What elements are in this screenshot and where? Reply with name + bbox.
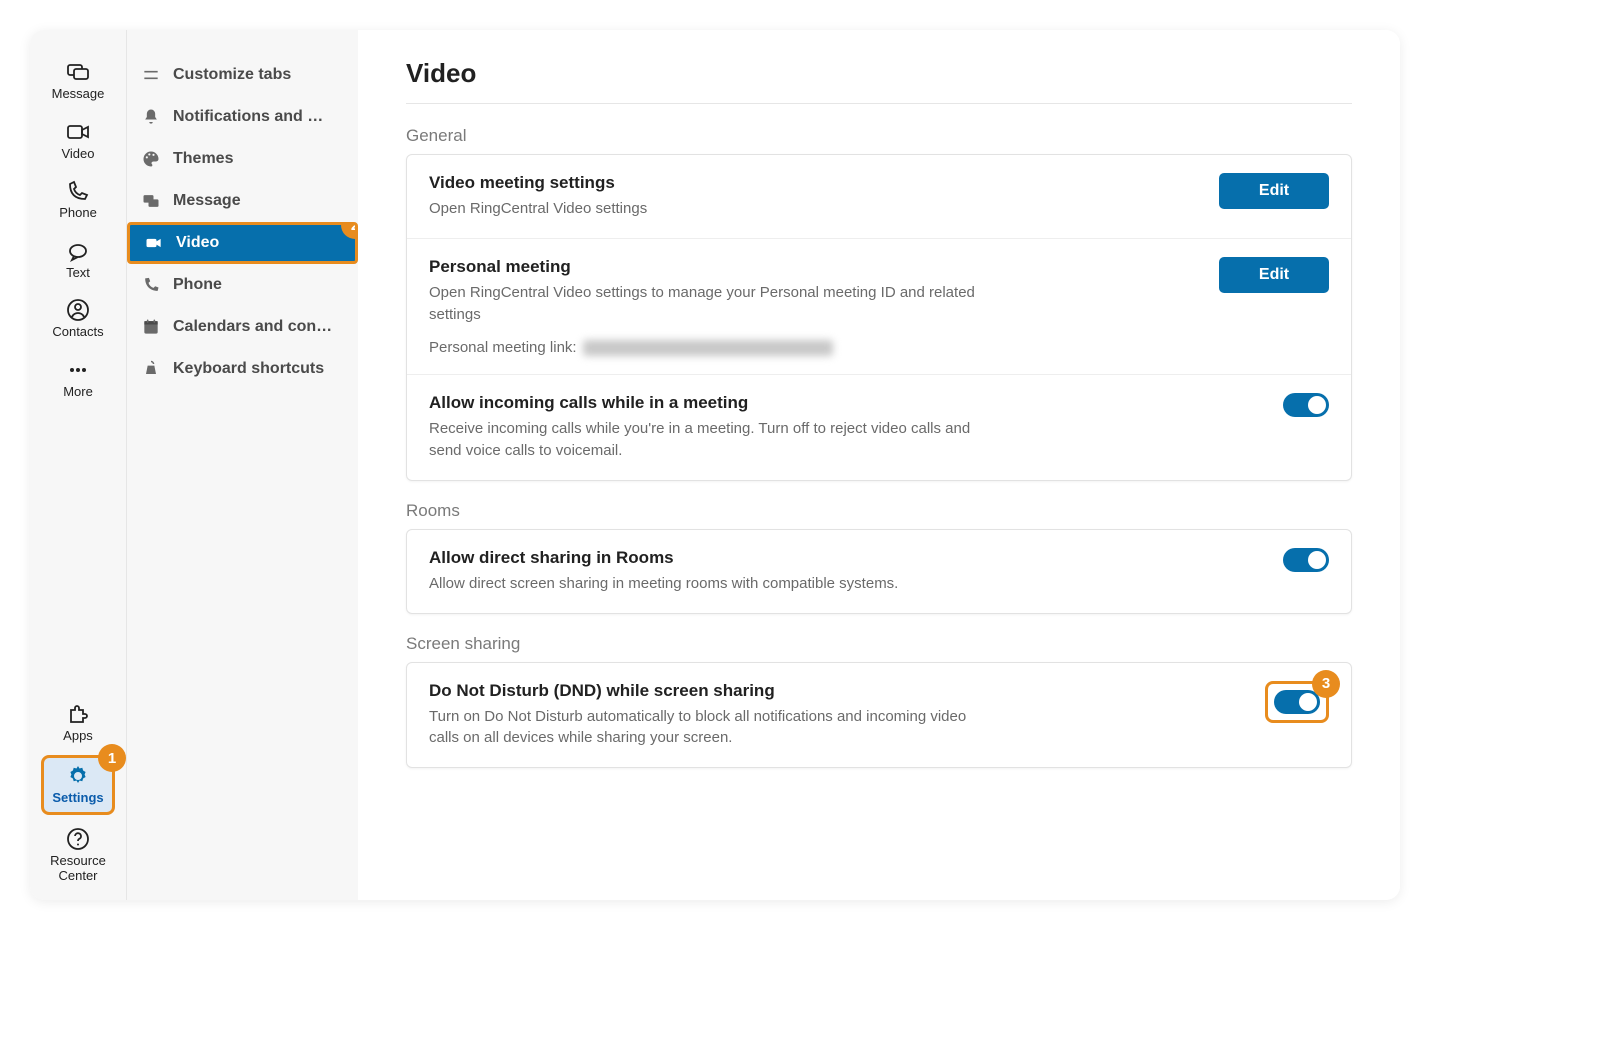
- settings-item-notifications[interactable]: Notifications and …: [127, 96, 358, 138]
- row-desc: Turn on Do Not Disturb automatically to …: [429, 706, 979, 750]
- nav-contacts-label: Contacts: [52, 324, 103, 340]
- video-icon: [65, 120, 91, 144]
- contacts-icon: [65, 298, 91, 322]
- nav-resource-center[interactable]: Resource Center: [41, 821, 115, 890]
- toggle-dnd-highlight: 3: [1265, 681, 1329, 723]
- help-icon: [65, 827, 91, 851]
- section-label-general: General: [406, 126, 1352, 146]
- nav-more[interactable]: More: [41, 352, 115, 406]
- section-label-rooms: Rooms: [406, 501, 1352, 521]
- main-content: Video General Video meeting settings Ope…: [358, 30, 1400, 900]
- blurred-link: [583, 340, 833, 356]
- edit-button[interactable]: Edit: [1219, 257, 1329, 293]
- row-allow-incoming-calls: Allow incoming calls while in a meeting …: [407, 374, 1351, 480]
- nav-more-label: More: [63, 384, 93, 400]
- settings-item-label: Message: [173, 192, 241, 210]
- personal-meeting-link: Personal meeting link:: [429, 339, 1195, 356]
- palette-icon: [141, 149, 161, 169]
- settings-item-phone[interactable]: Phone: [127, 264, 358, 306]
- card-rooms: Allow direct sharing in Rooms Allow dire…: [406, 529, 1352, 614]
- toggle-direct-sharing-rooms[interactable]: [1283, 548, 1329, 572]
- toggle-allow-incoming-calls[interactable]: [1283, 393, 1329, 417]
- callout-badge-1: 1: [98, 744, 126, 772]
- row-direct-sharing-rooms: Allow direct sharing in Rooms Allow dire…: [407, 530, 1351, 613]
- row-dnd-screen-sharing: Do Not Disturb (DND) while screen sharin…: [407, 663, 1351, 768]
- nav-text-label: Text: [66, 265, 90, 281]
- callout-badge-3: 3: [1312, 670, 1340, 698]
- nav-settings[interactable]: Settings 1: [41, 755, 115, 815]
- card-screen-sharing: Do Not Disturb (DND) while screen sharin…: [406, 662, 1352, 769]
- app-window: Message Video Phone Text Contacts More: [30, 30, 1400, 900]
- nav-message-label: Message: [52, 86, 105, 102]
- row-desc: Open RingCentral Video settings: [429, 198, 979, 220]
- puzzle-icon: [65, 702, 91, 726]
- row-desc: Open RingCentral Video settings to manag…: [429, 282, 979, 326]
- nav-message[interactable]: Message: [41, 54, 115, 108]
- nav-video-label: Video: [61, 146, 94, 162]
- settings-item-label: Video: [176, 234, 219, 252]
- nav-phone[interactable]: Phone: [41, 173, 115, 227]
- nav-phone-label: Phone: [59, 205, 97, 221]
- text-icon: [65, 239, 91, 263]
- settings-item-label: Notifications and …: [173, 108, 323, 126]
- settings-item-customize-tabs[interactable]: Customize tabs: [127, 54, 358, 96]
- keyboard-icon: [141, 359, 161, 379]
- gear-icon: [65, 764, 91, 788]
- nav-apps[interactable]: Apps: [41, 696, 115, 750]
- nav-resource-center-label: Resource Center: [41, 853, 115, 884]
- settings-item-video[interactable]: Video 2: [127, 222, 358, 264]
- video-icon: [144, 233, 164, 253]
- message-icon: [65, 60, 91, 84]
- settings-item-label: Customize tabs: [173, 66, 291, 84]
- toggle-dnd-screen-sharing[interactable]: [1274, 690, 1320, 714]
- settings-item-themes[interactable]: Themes: [127, 138, 358, 180]
- more-icon: [65, 358, 91, 382]
- row-title: Allow direct sharing in Rooms: [429, 548, 1259, 568]
- nav-apps-label: Apps: [63, 728, 93, 744]
- calendar-icon: [141, 317, 161, 337]
- nav-video[interactable]: Video: [41, 114, 115, 168]
- row-title: Personal meeting: [429, 257, 1195, 277]
- bell-icon: [141, 107, 161, 127]
- row-title: Do Not Disturb (DND) while screen sharin…: [429, 681, 1241, 701]
- row-desc: Allow direct screen sharing in meeting r…: [429, 573, 979, 595]
- row-desc: Receive incoming calls while you're in a…: [429, 418, 979, 462]
- nav-rail: Message Video Phone Text Contacts More: [30, 30, 126, 900]
- row-personal-meeting: Personal meeting Open RingCentral Video …: [407, 238, 1351, 375]
- callout-badge-2: 2: [341, 222, 358, 239]
- settings-item-label: Themes: [173, 150, 233, 168]
- settings-item-message[interactable]: Message: [127, 180, 358, 222]
- edit-button[interactable]: Edit: [1219, 173, 1329, 209]
- phone-icon: [65, 179, 91, 203]
- nav-settings-label: Settings: [52, 790, 103, 806]
- chat-icon: [141, 191, 161, 211]
- settings-sidebar: Customize tabs Notifications and … Theme…: [126, 30, 358, 900]
- phone-icon: [141, 275, 161, 295]
- settings-item-label: Calendars and con…: [173, 318, 332, 336]
- row-video-meeting-settings: Video meeting settings Open RingCentral …: [407, 155, 1351, 238]
- hamburger-icon: [141, 65, 161, 85]
- row-title: Allow incoming calls while in a meeting: [429, 393, 1259, 413]
- nav-text[interactable]: Text: [41, 233, 115, 287]
- settings-item-label: Phone: [173, 276, 222, 294]
- page-title: Video: [406, 58, 1352, 104]
- row-title: Video meeting settings: [429, 173, 1195, 193]
- card-general: Video meeting settings Open RingCentral …: [406, 154, 1352, 481]
- settings-item-label: Keyboard shortcuts: [173, 360, 324, 378]
- section-label-screen-sharing: Screen sharing: [406, 634, 1352, 654]
- settings-item-calendars[interactable]: Calendars and con…: [127, 306, 358, 348]
- nav-contacts[interactable]: Contacts: [41, 292, 115, 346]
- settings-item-keyboard[interactable]: Keyboard shortcuts: [127, 348, 358, 390]
